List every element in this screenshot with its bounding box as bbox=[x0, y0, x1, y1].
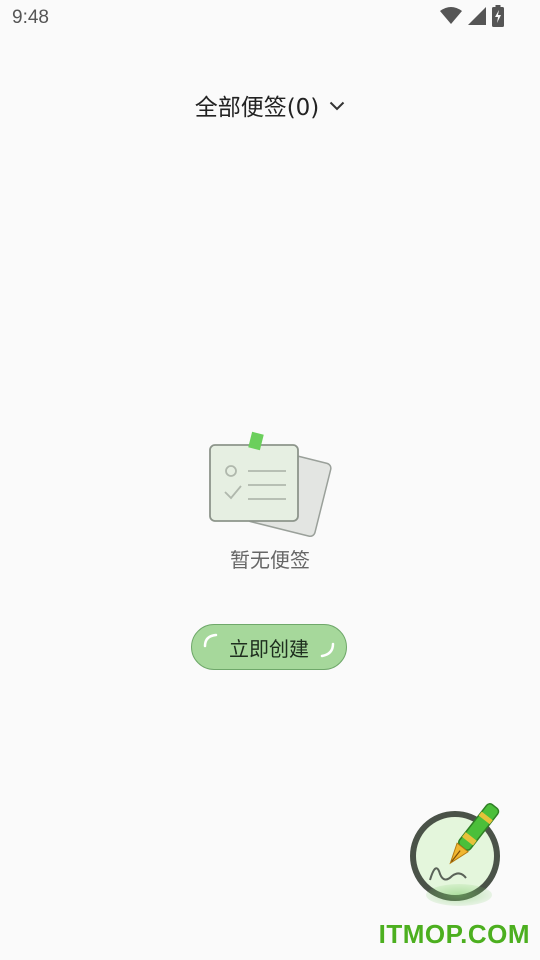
status-bar: 9:48 bbox=[0, 0, 540, 36]
fab-glow bbox=[426, 884, 492, 906]
new-note-fab[interactable] bbox=[408, 798, 508, 918]
watermark-logo: ITMOP.COM bbox=[378, 919, 530, 949]
battery-charging-icon bbox=[492, 5, 504, 31]
page-title: 全部便签(0) bbox=[194, 95, 320, 121]
chevron-down-icon bbox=[329, 96, 345, 115]
status-time: 9:48 bbox=[12, 7, 49, 28]
button-decoration bbox=[320, 642, 335, 658]
status-icons bbox=[440, 5, 504, 31]
button-decoration bbox=[203, 633, 218, 648]
empty-notes-icon bbox=[204, 430, 332, 538]
create-note-label: 立即创建 bbox=[229, 636, 309, 661]
wifi-icon bbox=[440, 7, 462, 29]
create-note-button[interactable]: 立即创建 bbox=[191, 624, 347, 670]
note-filter-dropdown[interactable]: 全部便签(0) bbox=[0, 88, 540, 122]
signal-icon bbox=[468, 7, 486, 29]
empty-state-message: 暂无便签 bbox=[230, 548, 310, 572]
